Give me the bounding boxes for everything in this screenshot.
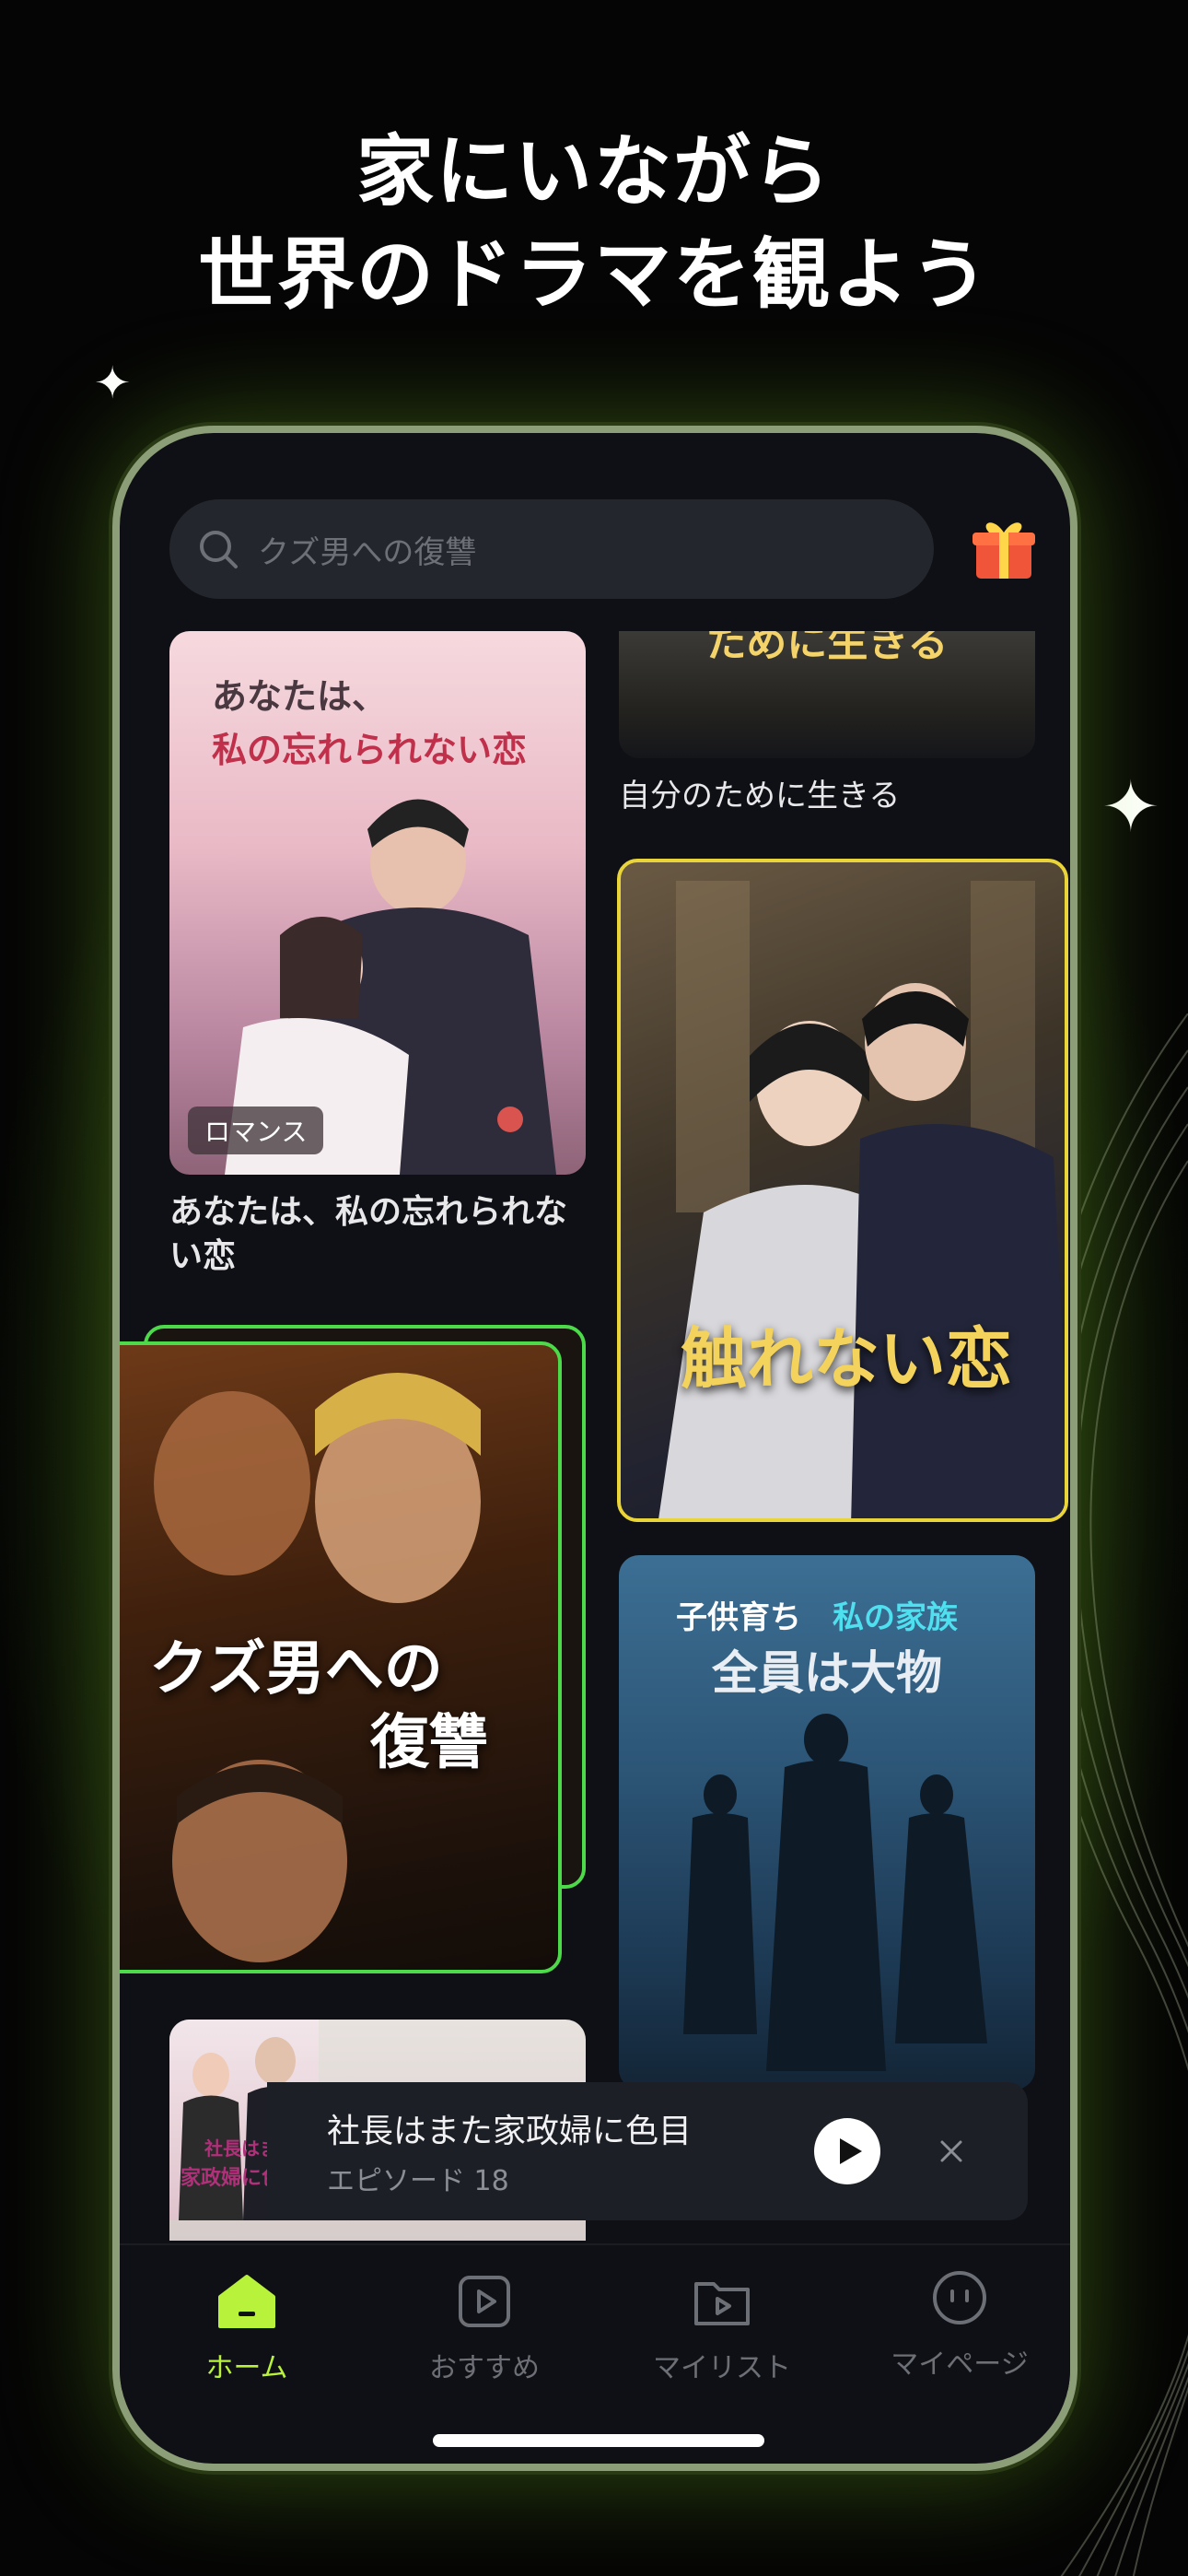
- headline-line2: 世界のドラマを観よう: [197, 229, 990, 320]
- poster-figures: [658, 881, 1065, 1518]
- drama-title[interactable]: 自分のために生きる: [619, 774, 900, 818]
- folder-play-icon: [694, 2282, 750, 2325]
- mini-player-title: 社長はまた家政婦に色目: [327, 2113, 693, 2150]
- phone-frame: クズ男への復讐 ために生きる 自分のために生きる あなたは、 私の忘れられない恋…: [112, 426, 1077, 2471]
- tab-home[interactable]: ホーム: [155, 2273, 339, 2385]
- poster-title-line1: クズ男への: [149, 1634, 443, 1704]
- face-icon: [933, 2271, 986, 2324]
- drama-card-live-for-self[interactable]: ために生きる: [619, 631, 1035, 758]
- poster-title: 触れない恋: [680, 1319, 1012, 1398]
- tab-recommended[interactable]: おすすめ: [392, 2273, 577, 2385]
- drama-card-revenge[interactable]: クズ男への 復讐: [120, 1341, 562, 1973]
- drama-card-featured[interactable]: 触れない恋: [617, 859, 1068, 1522]
- poster-title-line1a: 子供育ち: [676, 1599, 801, 1636]
- tab-my-page[interactable]: マイページ: [868, 2269, 1052, 2382]
- sparkle-icon: ✦: [1101, 766, 1160, 848]
- gift-icon[interactable]: [969, 512, 1039, 582]
- poster-title-line1: あなたは、: [212, 675, 388, 717]
- drama-title-text: あなたは、私の忘れられない恋: [169, 1193, 568, 1275]
- genre-tag: ロマンス: [188, 1107, 324, 1154]
- poster-title: ために生きる: [705, 631, 949, 666]
- search-placeholder: クズ男への復讐: [258, 533, 477, 571]
- tab-label: マイリスト: [653, 2352, 791, 2384]
- play-square-icon: [459, 2276, 510, 2327]
- tab-label: ホーム: [205, 2352, 288, 2384]
- poster-title-line2: 復讐: [370, 1708, 488, 1777]
- play-icon[interactable]: [812, 2116, 882, 2186]
- sparkle-icon: ✦: [94, 357, 132, 409]
- home-indicator[interactable]: [433, 2434, 764, 2447]
- mini-player[interactable]: 社長はまた家政婦に色目 エピソード 18: [267, 2082, 1028, 2220]
- drama-card-family[interactable]: 子供育ち 私の家族 全員は大物: [619, 1555, 1035, 2090]
- poster-title-line2: 私の忘れられない恋: [212, 729, 528, 770]
- drama-title[interactable]: あなたは、私の忘れられない恋: [169, 1190, 586, 1279]
- tab-label: おすすめ: [429, 2352, 540, 2384]
- tab-label: マイページ: [891, 2348, 1029, 2381]
- poster-title-line2: 全員は大物: [712, 1645, 942, 1700]
- mini-player-episode: エピソード 18: [327, 2165, 509, 2197]
- bottom-tab-bar: ホーム おすすめ マイリスト マイページ: [120, 2243, 1070, 2391]
- drama-card-romance[interactable]: あなたは、 私の忘れられない恋 ロマンス: [169, 631, 586, 1175]
- search-bar[interactable]: クズ男への復讐: [169, 499, 934, 599]
- tab-my-list[interactable]: マイリスト: [630, 2273, 814, 2385]
- close-icon[interactable]: [938, 2137, 965, 2165]
- headline-line1: 家にいながら: [355, 126, 832, 217]
- home-icon: [218, 2275, 275, 2328]
- poster-title-line1b: 私の家族: [833, 1599, 958, 1636]
- search-icon: [200, 531, 238, 568]
- headline: 家にいながら 世界のドラマを観よう: [0, 120, 1188, 326]
